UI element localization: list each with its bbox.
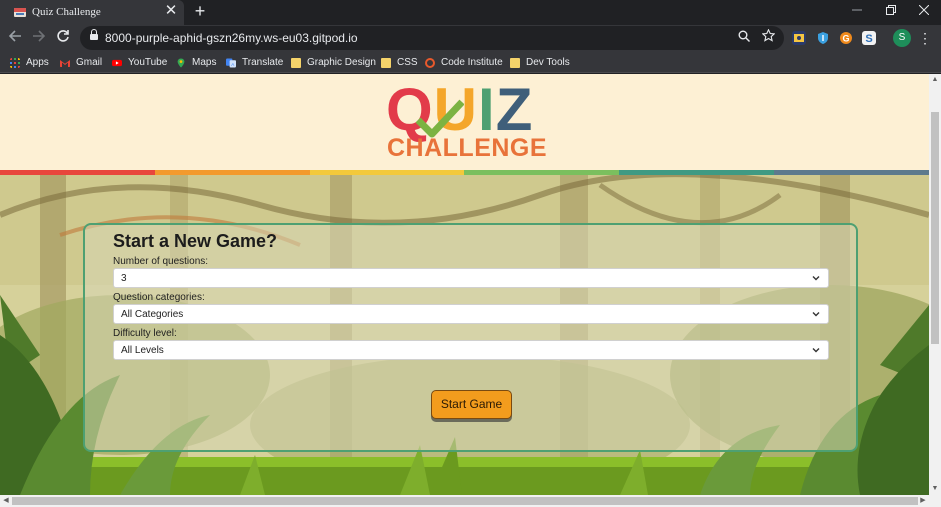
reload-icon[interactable] xyxy=(52,28,74,50)
folder-icon xyxy=(510,57,520,68)
chevron-down-icon xyxy=(812,276,820,281)
questions-count-select[interactable]: 3 xyxy=(113,268,829,288)
lock-icon xyxy=(90,29,98,42)
scroll-left-icon[interactable]: ◀ xyxy=(0,495,12,507)
forward-arrow-icon[interactable] xyxy=(28,28,50,50)
bookmark-youtube[interactable]: YouTube xyxy=(112,55,167,70)
extension-s-icon[interactable]: S xyxy=(862,31,876,45)
bookmark-gmail[interactable]: Gmail xyxy=(60,55,102,70)
scroll-up-icon[interactable]: ▲ xyxy=(929,74,941,86)
categories-label: Question categories: xyxy=(113,292,205,303)
bookmarks-bar: Apps Gmail YouTube Maps A Translate Grap… xyxy=(0,52,941,73)
maps-icon xyxy=(177,57,185,68)
bookmark-label: Maps xyxy=(192,57,217,68)
categories-select[interactable]: All Categories xyxy=(113,304,829,324)
bookmark-label: CSS xyxy=(397,57,418,68)
address-bar[interactable]: 8000-purple-aphid-gszn26my.ws-eu03.gitpo… xyxy=(80,26,784,50)
restore-window-icon[interactable] xyxy=(874,0,908,22)
horizontal-scroll-thumb[interactable] xyxy=(12,497,918,505)
bookmark-star-icon[interactable] xyxy=(759,28,777,47)
back-arrow-icon[interactable] xyxy=(4,28,26,50)
scroll-right-icon[interactable]: ▶ xyxy=(917,495,929,507)
tab-strip: Quiz Challenge ✕ + xyxy=(0,0,941,25)
youtube-icon xyxy=(112,59,122,66)
scroll-down-icon[interactable]: ▼ xyxy=(929,483,941,495)
vertical-scrollbar[interactable]: ▲ ▼ xyxy=(929,74,941,495)
page-viewport: QUIZ CHALLENGE Start a New Game? Number … xyxy=(0,74,929,495)
profile-avatar[interactable]: S xyxy=(893,29,911,47)
folder-icon xyxy=(381,57,391,68)
select-value: All Levels xyxy=(121,345,164,356)
questions-count-label: Number of questions: xyxy=(113,256,209,267)
logo-challenge-text: CHALLENGE xyxy=(387,134,548,162)
bookmark-code-institute[interactable]: Code Institute xyxy=(425,55,503,70)
bookmark-apps[interactable]: Apps xyxy=(10,55,49,70)
chevron-down-icon xyxy=(812,312,820,317)
logo-checkmark-icon xyxy=(416,99,464,138)
browser-toolbar: 8000-purple-aphid-gszn26my.ws-eu03.gitpo… xyxy=(0,25,941,52)
url-text: 8000-purple-aphid-gszn26my.ws-eu03.gitpo… xyxy=(105,31,358,45)
translate-icon: A xyxy=(226,57,236,68)
extension-screenshot-icon[interactable] xyxy=(792,31,806,45)
extension-shield-icon[interactable] xyxy=(816,31,830,45)
bookmark-label: Dev Tools xyxy=(526,57,570,68)
bookmark-label: Code Institute xyxy=(441,57,503,68)
logo-letter-z: Z xyxy=(495,76,534,143)
close-window-icon[interactable] xyxy=(907,0,941,22)
select-value: 3 xyxy=(121,273,127,284)
difficulty-label: Difficulty level: xyxy=(113,328,177,339)
bookmark-label: Apps xyxy=(26,57,49,68)
select-value: All Categories xyxy=(121,309,184,320)
bookmark-label: Translate xyxy=(242,57,284,68)
gmail-icon xyxy=(60,59,70,67)
logo-letter-i: I xyxy=(478,76,496,143)
browser-menu-icon[interactable]: ⋮ xyxy=(918,28,932,48)
bookmark-css[interactable]: CSS xyxy=(381,55,418,70)
close-tab-icon[interactable]: ✕ xyxy=(162,2,180,20)
tab-title: Quiz Challenge xyxy=(32,6,101,18)
start-game-button[interactable]: Start Game xyxy=(431,390,512,419)
new-tab-button[interactable]: + xyxy=(190,1,210,21)
extension-g-icon[interactable]: G xyxy=(839,31,853,45)
quiz-favicon-icon xyxy=(14,8,26,17)
svg-text:G: G xyxy=(842,34,849,44)
site-header: QUIZ CHALLENGE xyxy=(0,74,929,170)
code-institute-icon xyxy=(425,57,435,68)
horizontal-scrollbar[interactable]: ◀ ▶ xyxy=(0,495,941,507)
bookmark-label: Gmail xyxy=(76,57,103,68)
difficulty-select[interactable]: All Levels xyxy=(113,340,829,360)
form-title: Start a New Game? xyxy=(113,231,278,251)
svg-text:S: S xyxy=(865,33,872,45)
browser-tab-quiz-challenge[interactable]: Quiz Challenge ✕ xyxy=(0,0,184,25)
minimize-window-icon[interactable] xyxy=(840,0,874,22)
apps-grid-icon xyxy=(10,57,20,68)
folder-icon xyxy=(291,57,301,68)
bookmark-label: Graphic Design xyxy=(307,57,376,68)
chevron-down-icon xyxy=(812,348,820,353)
bookmark-graphic-design[interactable]: Graphic Design xyxy=(291,55,376,70)
bookmark-dev-tools[interactable]: Dev Tools xyxy=(510,55,570,70)
bookmark-maps[interactable]: Maps xyxy=(176,55,216,70)
vertical-scroll-thumb[interactable] xyxy=(931,112,939,344)
new-game-form-card: Start a New Game? Number of questions: 3… xyxy=(83,223,858,452)
zoom-search-icon[interactable] xyxy=(735,29,753,47)
bookmark-label: YouTube xyxy=(128,57,168,68)
bookmark-translate[interactable]: A Translate xyxy=(226,55,283,70)
